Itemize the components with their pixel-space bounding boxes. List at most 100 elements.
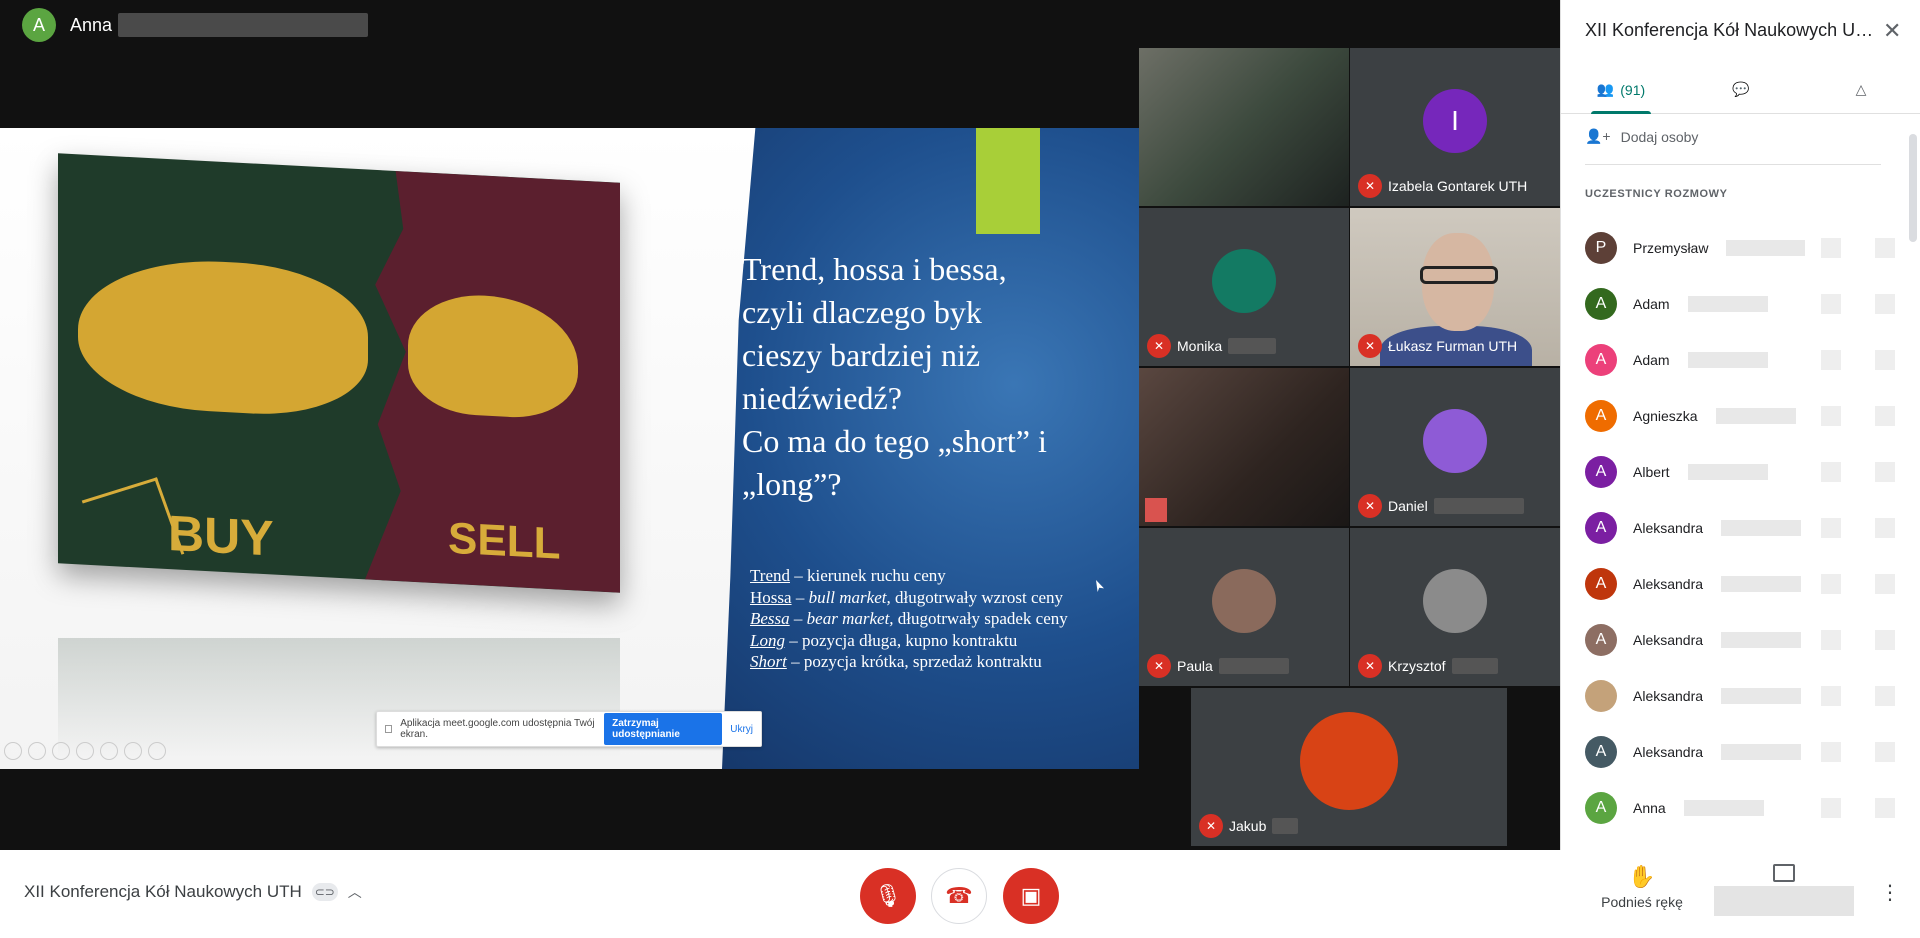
participant-tile[interactable]: ✕ Daniel bbox=[1350, 368, 1560, 526]
list-item[interactable]: P Przemysław bbox=[1585, 220, 1895, 276]
copy-icon[interactable] bbox=[76, 742, 94, 760]
mic-off-icon: ✕ bbox=[1147, 334, 1171, 358]
mic-icon[interactable] bbox=[1875, 574, 1895, 594]
mic-off-icon: ✕ bbox=[1358, 654, 1382, 678]
pin-icon[interactable] bbox=[1821, 350, 1841, 370]
tab-activities[interactable]: △ bbox=[1801, 66, 1920, 113]
chevron-up-icon[interactable]: ︿ bbox=[348, 882, 362, 902]
pin-icon[interactable] bbox=[1821, 798, 1841, 818]
avatar: A bbox=[1585, 344, 1617, 376]
pin-icon[interactable] bbox=[1821, 686, 1841, 706]
participant-tile[interactable]: ✕ Łukasz Furman UTH bbox=[1350, 208, 1560, 366]
bull-icon bbox=[78, 254, 368, 420]
stop-sharing-button[interactable]: Zatrzymaj udostępnianie bbox=[604, 713, 723, 745]
scrollbar[interactable] bbox=[1905, 114, 1920, 850]
avatar: A bbox=[1585, 568, 1617, 600]
list-item[interactable]: A Adam bbox=[1585, 332, 1895, 388]
slide-title-line: „long”? bbox=[742, 466, 842, 502]
pin-icon[interactable] bbox=[1821, 406, 1841, 426]
shapes-icon: △ bbox=[1855, 81, 1867, 97]
add-people-button[interactable]: 👤+ Dodaj osoby bbox=[1585, 128, 1698, 145]
scroll-thumb[interactable] bbox=[1909, 134, 1917, 242]
participant-tile[interactable] bbox=[1139, 368, 1349, 526]
bull-bear-card: BUY SELL bbox=[58, 153, 620, 593]
leave-call-button[interactable]: ☎ bbox=[931, 868, 987, 924]
mic-icon[interactable] bbox=[1875, 742, 1895, 762]
pin-icon[interactable] bbox=[1821, 462, 1841, 482]
mic-icon[interactable] bbox=[1875, 294, 1895, 314]
participant-avatar bbox=[1212, 248, 1276, 313]
participant-tile[interactable]: ✕ Krzysztof bbox=[1350, 528, 1560, 686]
slide-title-line: czyli dlaczego byk bbox=[742, 294, 982, 330]
mic-icon[interactable] bbox=[1875, 630, 1895, 650]
participant-avatar bbox=[1300, 711, 1398, 810]
redacted-label bbox=[1714, 886, 1854, 916]
list-item[interactable]: Aleksandra bbox=[1585, 668, 1895, 724]
tab-people[interactable]: 👥 (91) bbox=[1561, 66, 1681, 114]
hide-banner-link[interactable]: Ukryj bbox=[730, 724, 753, 735]
pin-icon[interactable] bbox=[1821, 630, 1841, 650]
participant-tile[interactable] bbox=[1139, 48, 1349, 206]
participant-avatar bbox=[1212, 568, 1276, 633]
list-item[interactable]: A Aleksandra bbox=[1585, 500, 1895, 556]
participant-tile[interactable]: ✕ Jakub bbox=[1191, 688, 1507, 846]
pin-icon[interactable] bbox=[1821, 518, 1841, 538]
participant-avatar bbox=[1423, 568, 1487, 633]
slide-title-line: cieszy bardziej niż bbox=[742, 337, 981, 373]
participant-tile[interactable]: ✕ Paula bbox=[1139, 528, 1349, 686]
mic-icon[interactable] bbox=[1875, 350, 1895, 370]
tab-chat[interactable]: 💬 bbox=[1681, 66, 1801, 113]
mic-icon[interactable] bbox=[1875, 798, 1895, 818]
pin-icon[interactable] bbox=[1821, 294, 1841, 314]
list-item[interactable]: A Aleksandra bbox=[1585, 612, 1895, 668]
chat-icon: 💬 bbox=[1732, 81, 1750, 97]
stage: A Anna BUY SELL Trend, hossa i bessa, cz… bbox=[0, 0, 1560, 850]
video-feed bbox=[1139, 48, 1349, 206]
next-icon[interactable] bbox=[28, 742, 46, 760]
list-item[interactable]: A Aleksandra bbox=[1585, 556, 1895, 612]
more-icon[interactable] bbox=[148, 742, 166, 760]
bottom-bar: XII Konferencja Kół Naukowych UTH ⊂⊃ ︿ 🎙… bbox=[0, 850, 1920, 938]
participant-tile[interactable]: ✕ Monika bbox=[1139, 208, 1349, 366]
list-item[interactable]: A Adam bbox=[1585, 276, 1895, 332]
grid-icon[interactable] bbox=[124, 742, 142, 760]
close-icon[interactable]: ✕ bbox=[1883, 18, 1901, 44]
mic-icon[interactable] bbox=[1875, 462, 1895, 482]
participants-panel: XII Konferencja Kół Naukowych UTH ✕ 👥 (9… bbox=[1560, 0, 1920, 850]
participant-tile[interactable]: I ✕ Izabela Gontarek UTH bbox=[1350, 48, 1560, 206]
avatar: A bbox=[1585, 736, 1617, 768]
panel-tabs: 👥 (91) 💬 △ bbox=[1561, 66, 1920, 114]
raise-hand-button[interactable]: ✋ Podnieś rękę bbox=[1600, 864, 1684, 910]
list-item[interactable]: A Albert bbox=[1585, 444, 1895, 500]
list-item[interactable]: A Aleksandra bbox=[1585, 724, 1895, 780]
meeting-details[interactable]: XII Konferencja Kół Naukowych UTH ⊂⊃ ︿ bbox=[24, 882, 362, 902]
participants-count: (91) bbox=[1620, 81, 1646, 98]
mic-toggle-button[interactable]: 🎙 bbox=[860, 868, 916, 924]
screen-share-banner: Aplikacja meet.google.com udostępnia Twó… bbox=[376, 711, 762, 747]
tile-name: ✕ Paula bbox=[1147, 654, 1289, 678]
list-item[interactable]: A Anna bbox=[1585, 780, 1895, 836]
pin-icon[interactable] bbox=[1821, 574, 1841, 594]
list-item[interactable]: A Agnieszka bbox=[1585, 388, 1895, 444]
more-options-icon[interactable]: ⋮ bbox=[1880, 880, 1900, 905]
pin-icon[interactable] bbox=[1821, 238, 1841, 258]
present-now-button[interactable] bbox=[1714, 864, 1854, 924]
mic-icon[interactable] bbox=[1875, 238, 1895, 258]
participant-tiles: I ✕ Izabela Gontarek UTH ✕ Monika ✕ Łukasz … bbox=[1139, 48, 1560, 850]
buy-label: BUY bbox=[168, 505, 274, 567]
mic-icon[interactable] bbox=[1875, 406, 1895, 426]
present-icon bbox=[1773, 864, 1795, 882]
prev-icon[interactable] bbox=[4, 742, 22, 760]
mic-icon[interactable] bbox=[1875, 686, 1895, 706]
slide-image-area: BUY SELL bbox=[0, 128, 760, 769]
meet-window: A Anna BUY SELL Trend, hossa i bessa, cz… bbox=[0, 0, 1920, 938]
pen-icon[interactable] bbox=[52, 742, 70, 760]
sell-label: SELL bbox=[448, 513, 561, 569]
drag-handle-icon[interactable] bbox=[385, 725, 393, 733]
slide-title: Trend, hossa i bessa, czyli dlaczego byk… bbox=[742, 248, 1132, 506]
tile-name: ✕ Krzysztof bbox=[1358, 654, 1498, 678]
camera-toggle-button[interactable]: ▣ bbox=[1003, 868, 1059, 924]
zoom-icon[interactable] bbox=[100, 742, 118, 760]
pin-icon[interactable] bbox=[1821, 742, 1841, 762]
mic-icon[interactable] bbox=[1875, 518, 1895, 538]
